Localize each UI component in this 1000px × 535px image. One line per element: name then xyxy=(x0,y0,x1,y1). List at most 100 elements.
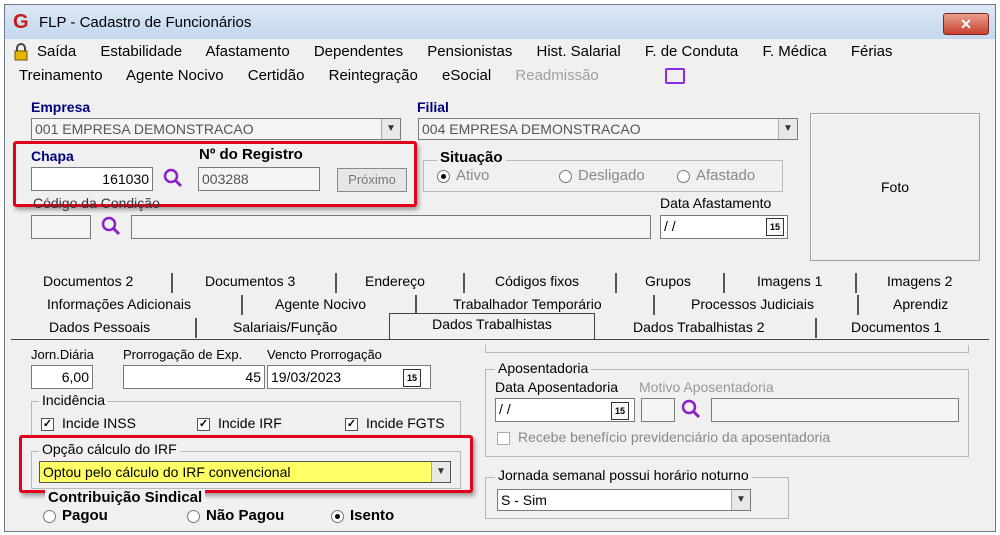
tab-informacoes-adicionais[interactable]: Informações Adicionais xyxy=(47,296,191,312)
empresa-select[interactable]: 001 EMPRESA DEMONSTRACAO ▼ xyxy=(31,118,401,140)
tab-aprendiz[interactable]: Aprendiz xyxy=(893,296,948,312)
right-top-group xyxy=(485,345,969,353)
tab-dados-pessoais[interactable]: Dados Pessoais xyxy=(49,319,150,335)
filial-select[interactable]: 004 EMPRESA DEMONSTRACAO ▼ xyxy=(418,118,798,140)
check-icon: ✓ xyxy=(41,417,54,431)
tab-documentos-2[interactable]: Documentos 2 xyxy=(43,273,133,289)
tab-processos-judiciais[interactable]: Processos Judiciais xyxy=(691,296,814,312)
tab-dados-trabalhistas-label: Dados Trabalhistas xyxy=(432,316,552,332)
tab-trabalhador-temporario[interactable]: Trabalhador Temporário xyxy=(453,296,602,312)
check-icon: ✓ xyxy=(197,417,210,431)
calendar-icon[interactable]: 15 xyxy=(611,402,629,420)
tab-endereco[interactable]: Endereço xyxy=(365,273,425,289)
contribuicao-pagou-radio[interactable]: Pagou xyxy=(43,507,108,524)
tab-codigos-fixos[interactable]: Códigos fixos xyxy=(495,273,579,289)
tab-separator xyxy=(815,318,817,338)
calendar-icon[interactable]: 15 xyxy=(766,218,784,236)
tab-agente-nocivo[interactable]: Agente Nocivo xyxy=(275,296,366,312)
menu-row-2: Treinamento Agente Nocivo Certidão Reint… xyxy=(19,67,619,84)
tab-separator xyxy=(855,273,857,293)
tab-grupos[interactable]: Grupos xyxy=(645,273,691,289)
radio-icon xyxy=(187,509,200,523)
chevron-down-icon: ▼ xyxy=(731,490,750,510)
menu-esocial[interactable]: eSocial xyxy=(442,67,491,84)
close-button[interactable]: ✕ xyxy=(943,13,989,35)
aposentadoria-label: Aposentadoria xyxy=(495,360,592,376)
menu-pensionistas[interactable]: Pensionistas xyxy=(427,43,512,60)
menu-hist-salarial[interactable]: Hist. Salarial xyxy=(537,43,621,60)
motivo-aposentadoria-desc xyxy=(711,398,959,422)
calendar-icon[interactable]: 15 xyxy=(403,369,421,387)
filial-value: 004 EMPRESA DEMONSTRACAO xyxy=(422,121,641,137)
title-bar: G FLP - Cadastro de Funcionários ✕ xyxy=(5,5,995,39)
tab-divider xyxy=(11,339,989,340)
prorrogacao-input[interactable]: 45 xyxy=(123,365,265,389)
menu-f-conduta[interactable]: F. de Conduta xyxy=(645,43,738,60)
menu-certidao[interactable]: Certidão xyxy=(248,67,305,84)
tab-dados-trabalhistas[interactable]: Dados Trabalhistas xyxy=(389,313,595,339)
empresa-value: 001 EMPRESA DEMONSTRACAO xyxy=(35,121,254,137)
tab-separator xyxy=(195,318,197,338)
contribuicao-nao-pagou-radio[interactable]: Não Pagou xyxy=(187,507,284,524)
tab-documentos-1[interactable]: Documentos 1 xyxy=(851,319,941,335)
tab-salariais-funcao[interactable]: Salariais/Função xyxy=(233,319,337,335)
situacao-ativo-radio: Ativo xyxy=(437,167,489,184)
vencto-label: Vencto Prorrogação xyxy=(267,347,382,362)
menu-reintegracao[interactable]: Reintegração xyxy=(329,67,418,84)
tab-imagens-1[interactable]: Imagens 1 xyxy=(757,273,822,289)
codigo-condicao-label: Código da Condição xyxy=(33,195,160,211)
highlight-irf-box xyxy=(19,435,473,493)
tab-separator xyxy=(615,273,617,293)
tab-separator xyxy=(415,295,417,315)
radio-icon xyxy=(559,169,572,183)
beneficio-checkbox: Recebe benefício previdenciário da apose… xyxy=(497,429,830,445)
window-title: FLP - Cadastro de Funcionários xyxy=(39,14,252,31)
main-window: G FLP - Cadastro de Funcionários ✕ Saída… xyxy=(4,4,996,532)
menu-dependentes[interactable]: Dependentes xyxy=(314,43,403,60)
menu-readmissao: Readmissão xyxy=(515,67,599,84)
incide-fgts-checkbox[interactable]: ✓ Incide FGTS xyxy=(345,415,445,431)
menu-estabilidade[interactable]: Estabilidade xyxy=(100,43,182,60)
contribuicao-isento-radio[interactable]: Isento xyxy=(331,507,394,524)
menu-saida[interactable]: Saída xyxy=(37,43,76,60)
incide-inss-checkbox[interactable]: ✓ Incide INSS xyxy=(41,415,136,431)
tab-separator xyxy=(241,295,243,315)
chevron-down-icon: ▼ xyxy=(381,119,400,139)
monitor-icon[interactable] xyxy=(665,68,685,84)
tab-dados-trabalhistas-2[interactable]: Dados Trabalhistas 2 xyxy=(633,319,765,335)
motivo-aposentadoria-code[interactable] xyxy=(641,398,675,422)
jornada-semanal-value: S - Sim xyxy=(501,492,547,508)
jornada-label: Jorn.Diária xyxy=(31,347,94,362)
jornada-input[interactable]: 6,00 xyxy=(31,365,93,389)
codigo-condicao-input[interactable] xyxy=(31,215,91,239)
foto-box[interactable]: Foto xyxy=(810,113,980,261)
tab-separator xyxy=(335,273,337,293)
radio-icon xyxy=(677,169,690,183)
lock-icon xyxy=(13,43,29,61)
search-icon[interactable] xyxy=(681,399,701,419)
tab-imagens-2[interactable]: Imagens 2 xyxy=(887,273,952,289)
tab-separator xyxy=(171,273,173,293)
radio-icon xyxy=(437,169,450,183)
menu-afastamento[interactable]: Afastamento xyxy=(205,43,289,60)
tab-separator xyxy=(857,295,859,315)
contribuicao-label: Contribuição Sindical xyxy=(45,489,206,506)
incidencia-label: Incidência xyxy=(39,392,109,408)
check-icon: ✓ xyxy=(345,417,358,431)
chevron-down-icon: ▼ xyxy=(778,119,797,139)
jornada-semanal-select[interactable]: S - Sim ▼ xyxy=(497,489,751,511)
data-aposentadoria-label: Data Aposentadoria xyxy=(495,379,618,395)
menu-treinamento[interactable]: Treinamento xyxy=(19,67,103,84)
menu-row-1: Saída Estabilidade Afastamento Dependent… xyxy=(37,43,913,60)
radio-icon xyxy=(331,509,344,523)
search-icon[interactable] xyxy=(101,216,121,236)
radio-icon xyxy=(43,509,56,523)
menu-ferias[interactable]: Férias xyxy=(851,43,893,60)
menu-f-medica[interactable]: F. Médica xyxy=(762,43,826,60)
menu-agente-nocivo[interactable]: Agente Nocivo xyxy=(126,67,224,84)
codigo-condicao-desc xyxy=(131,215,651,239)
tab-documentos-3[interactable]: Documentos 3 xyxy=(205,273,295,289)
incide-irf-checkbox[interactable]: ✓ Incide IRF xyxy=(197,415,282,431)
data-aposentadoria-value: / / xyxy=(499,401,511,417)
tab-separator xyxy=(723,273,725,293)
